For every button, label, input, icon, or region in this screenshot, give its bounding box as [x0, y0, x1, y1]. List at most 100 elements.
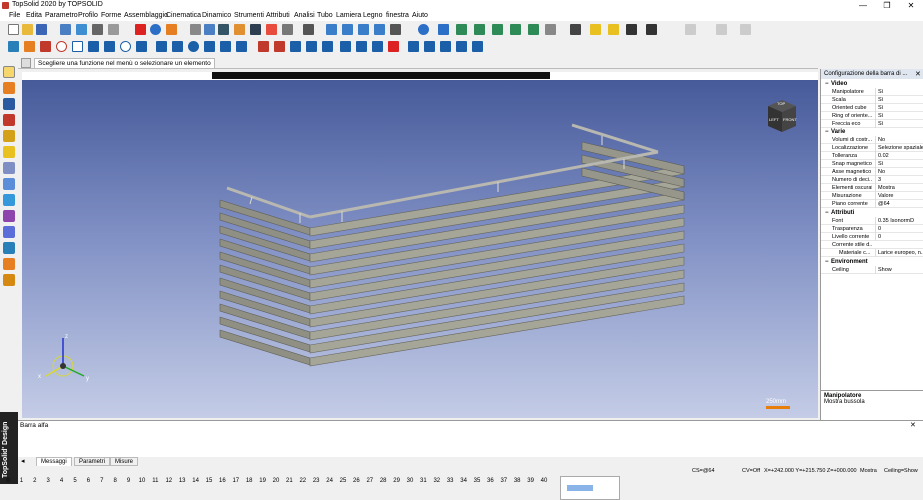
attributes-tool-icon[interactable]	[3, 162, 15, 174]
layer-number-23[interactable]: 23	[310, 478, 322, 484]
menu-legno[interactable]: Legno	[363, 12, 382, 19]
layer-number-30[interactable]: 30	[404, 478, 416, 484]
pattern-icon[interactable]	[236, 41, 247, 52]
view-iso-icon[interactable]	[510, 24, 521, 35]
prop-row[interactable]: Ceiling Show	[821, 266, 923, 275]
prop-row[interactable]: Materiale c... Larice europeo, n...	[821, 249, 923, 258]
rectangle-icon[interactable]	[72, 41, 83, 52]
layer-number-5[interactable]: 5	[69, 478, 81, 484]
prop-row[interactable]: Trasparenza 0	[821, 225, 923, 234]
tabs-scroll-left-icon[interactable]: ◂	[21, 457, 25, 465]
alpha-bar-close-icon[interactable]: ✕	[910, 421, 916, 429]
section-attributi[interactable]: − Attributi	[821, 209, 923, 218]
thumbnail-preview[interactable]	[560, 476, 620, 500]
snap-icon[interactable]	[358, 24, 369, 35]
minimize-button[interactable]: —	[852, 0, 874, 11]
layer-number-35[interactable]: 35	[471, 478, 483, 484]
layer-number-40[interactable]: 40	[538, 478, 550, 484]
menu-strumenti[interactable]: Strumenti	[234, 12, 264, 19]
menu-attributi[interactable]: Attributi	[266, 12, 290, 19]
layer-number-20[interactable]: 20	[270, 478, 282, 484]
layer-number-4[interactable]: 4	[56, 478, 68, 484]
analysis-tool-icon[interactable]	[3, 178, 15, 190]
save-icon[interactable]	[36, 24, 47, 35]
dimension-icon[interactable]	[340, 41, 351, 52]
layer-number-39[interactable]: 39	[525, 478, 537, 484]
options-icon[interactable]	[108, 24, 119, 35]
curve-icon[interactable]	[104, 41, 115, 52]
layer-number-29[interactable]: 29	[391, 478, 403, 484]
close-button[interactable]: ✕	[900, 0, 922, 11]
sheetmetal-tool-icon[interactable]	[3, 210, 15, 222]
menu-finestra[interactable]: finestra	[386, 12, 409, 19]
cube-icon[interactable]	[204, 41, 215, 52]
scissors-icon[interactable]	[303, 24, 314, 35]
assembly-tool-icon[interactable]	[3, 114, 15, 126]
align-icon[interactable]	[204, 24, 215, 35]
hidden-line-icon[interactable]	[626, 24, 637, 35]
transform-icon[interactable]	[282, 24, 293, 35]
split-icon[interactable]	[322, 41, 333, 52]
remove-constraint-icon[interactable]	[388, 41, 399, 52]
marker-icon[interactable]	[266, 24, 277, 35]
pencil-icon[interactable]	[8, 41, 19, 52]
layer-number-32[interactable]: 32	[431, 478, 443, 484]
undo-icon[interactable]	[150, 24, 161, 35]
menu-analisi[interactable]: Analisi	[294, 12, 315, 19]
tools-tool-icon[interactable]	[3, 146, 15, 158]
line-icon[interactable]	[40, 41, 51, 52]
menu-assemblaggio[interactable]: Assemblaggio	[124, 12, 168, 19]
layer-icon[interactable]	[570, 24, 581, 35]
layer-number-1[interactable]: 1	[15, 478, 27, 484]
print-icon[interactable]	[60, 24, 71, 35]
layer-number-31[interactable]: 31	[417, 478, 429, 484]
prop-row[interactable]: Manipolatore Sì	[821, 88, 923, 97]
prop-row[interactable]: Livello corrente 0	[821, 233, 923, 242]
menu-cinematica[interactable]: Cinematica	[166, 12, 201, 19]
prop-row[interactable]: Oriented cube Sì	[821, 104, 923, 113]
view-cube[interactable]: TOP LEFT FRONT	[762, 98, 802, 134]
layer-number-10[interactable]: 10	[136, 478, 148, 484]
prop-row[interactable]: Misurazione Valore	[821, 192, 923, 201]
layer-number-25[interactable]: 25	[337, 478, 349, 484]
trim-icon[interactable]	[88, 41, 99, 52]
distribute-icon[interactable]	[218, 24, 229, 35]
toolbox-icon[interactable]	[92, 24, 103, 35]
layer-number-11[interactable]: 11	[149, 478, 161, 484]
tube-tool-icon[interactable]	[3, 194, 15, 206]
layer-number-12[interactable]: 12	[163, 478, 175, 484]
point-style-icon[interactable]	[685, 24, 696, 35]
prop-row[interactable]: Volumi di costr... No	[821, 136, 923, 145]
layer-number-27[interactable]: 27	[364, 478, 376, 484]
wood-tool-icon[interactable]	[3, 226, 15, 238]
layer-number-16[interactable]: 16	[216, 478, 228, 484]
zoom-fit-icon[interactable]	[438, 24, 449, 35]
layer-number-3[interactable]: 3	[42, 478, 54, 484]
new-file-icon[interactable]	[8, 24, 19, 35]
edit-icon[interactable]	[166, 24, 177, 35]
prop-row[interactable]: Corrente stile d...	[821, 241, 923, 250]
menu-profilo[interactable]: Profilo	[78, 12, 98, 19]
menu-forme[interactable]: Forme	[101, 12, 121, 19]
kinematic-tool-icon[interactable]	[3, 130, 15, 142]
view-side-icon[interactable]	[492, 24, 503, 35]
filter-icon[interactable]	[374, 24, 385, 35]
sketch-tool-icon[interactable]	[3, 66, 15, 78]
open-folder-icon[interactable]	[22, 24, 33, 35]
constraint-icon[interactable]	[356, 41, 367, 52]
offset-icon[interactable]	[156, 41, 167, 52]
pointer-icon[interactable]	[326, 24, 337, 35]
prop-row[interactable]: Freccia eco Sì	[821, 120, 923, 129]
prop-row[interactable]: Font 0.35 IsonormD	[821, 217, 923, 226]
delete-icon[interactable]	[135, 24, 146, 35]
layer-number-19[interactable]: 19	[257, 478, 269, 484]
section-icon[interactable]	[646, 24, 657, 35]
align-constraint-icon[interactable]	[372, 41, 383, 52]
prop-row[interactable]: Numero di deci... 3	[821, 176, 923, 185]
layer-number-9[interactable]: 9	[123, 478, 135, 484]
layer-number-17[interactable]: 17	[230, 478, 242, 484]
slot-icon[interactable]	[188, 41, 199, 52]
block-icon[interactable]	[456, 41, 467, 52]
menu-dinamico[interactable]: Dinamico	[202, 12, 231, 19]
view-back-icon[interactable]	[528, 24, 539, 35]
